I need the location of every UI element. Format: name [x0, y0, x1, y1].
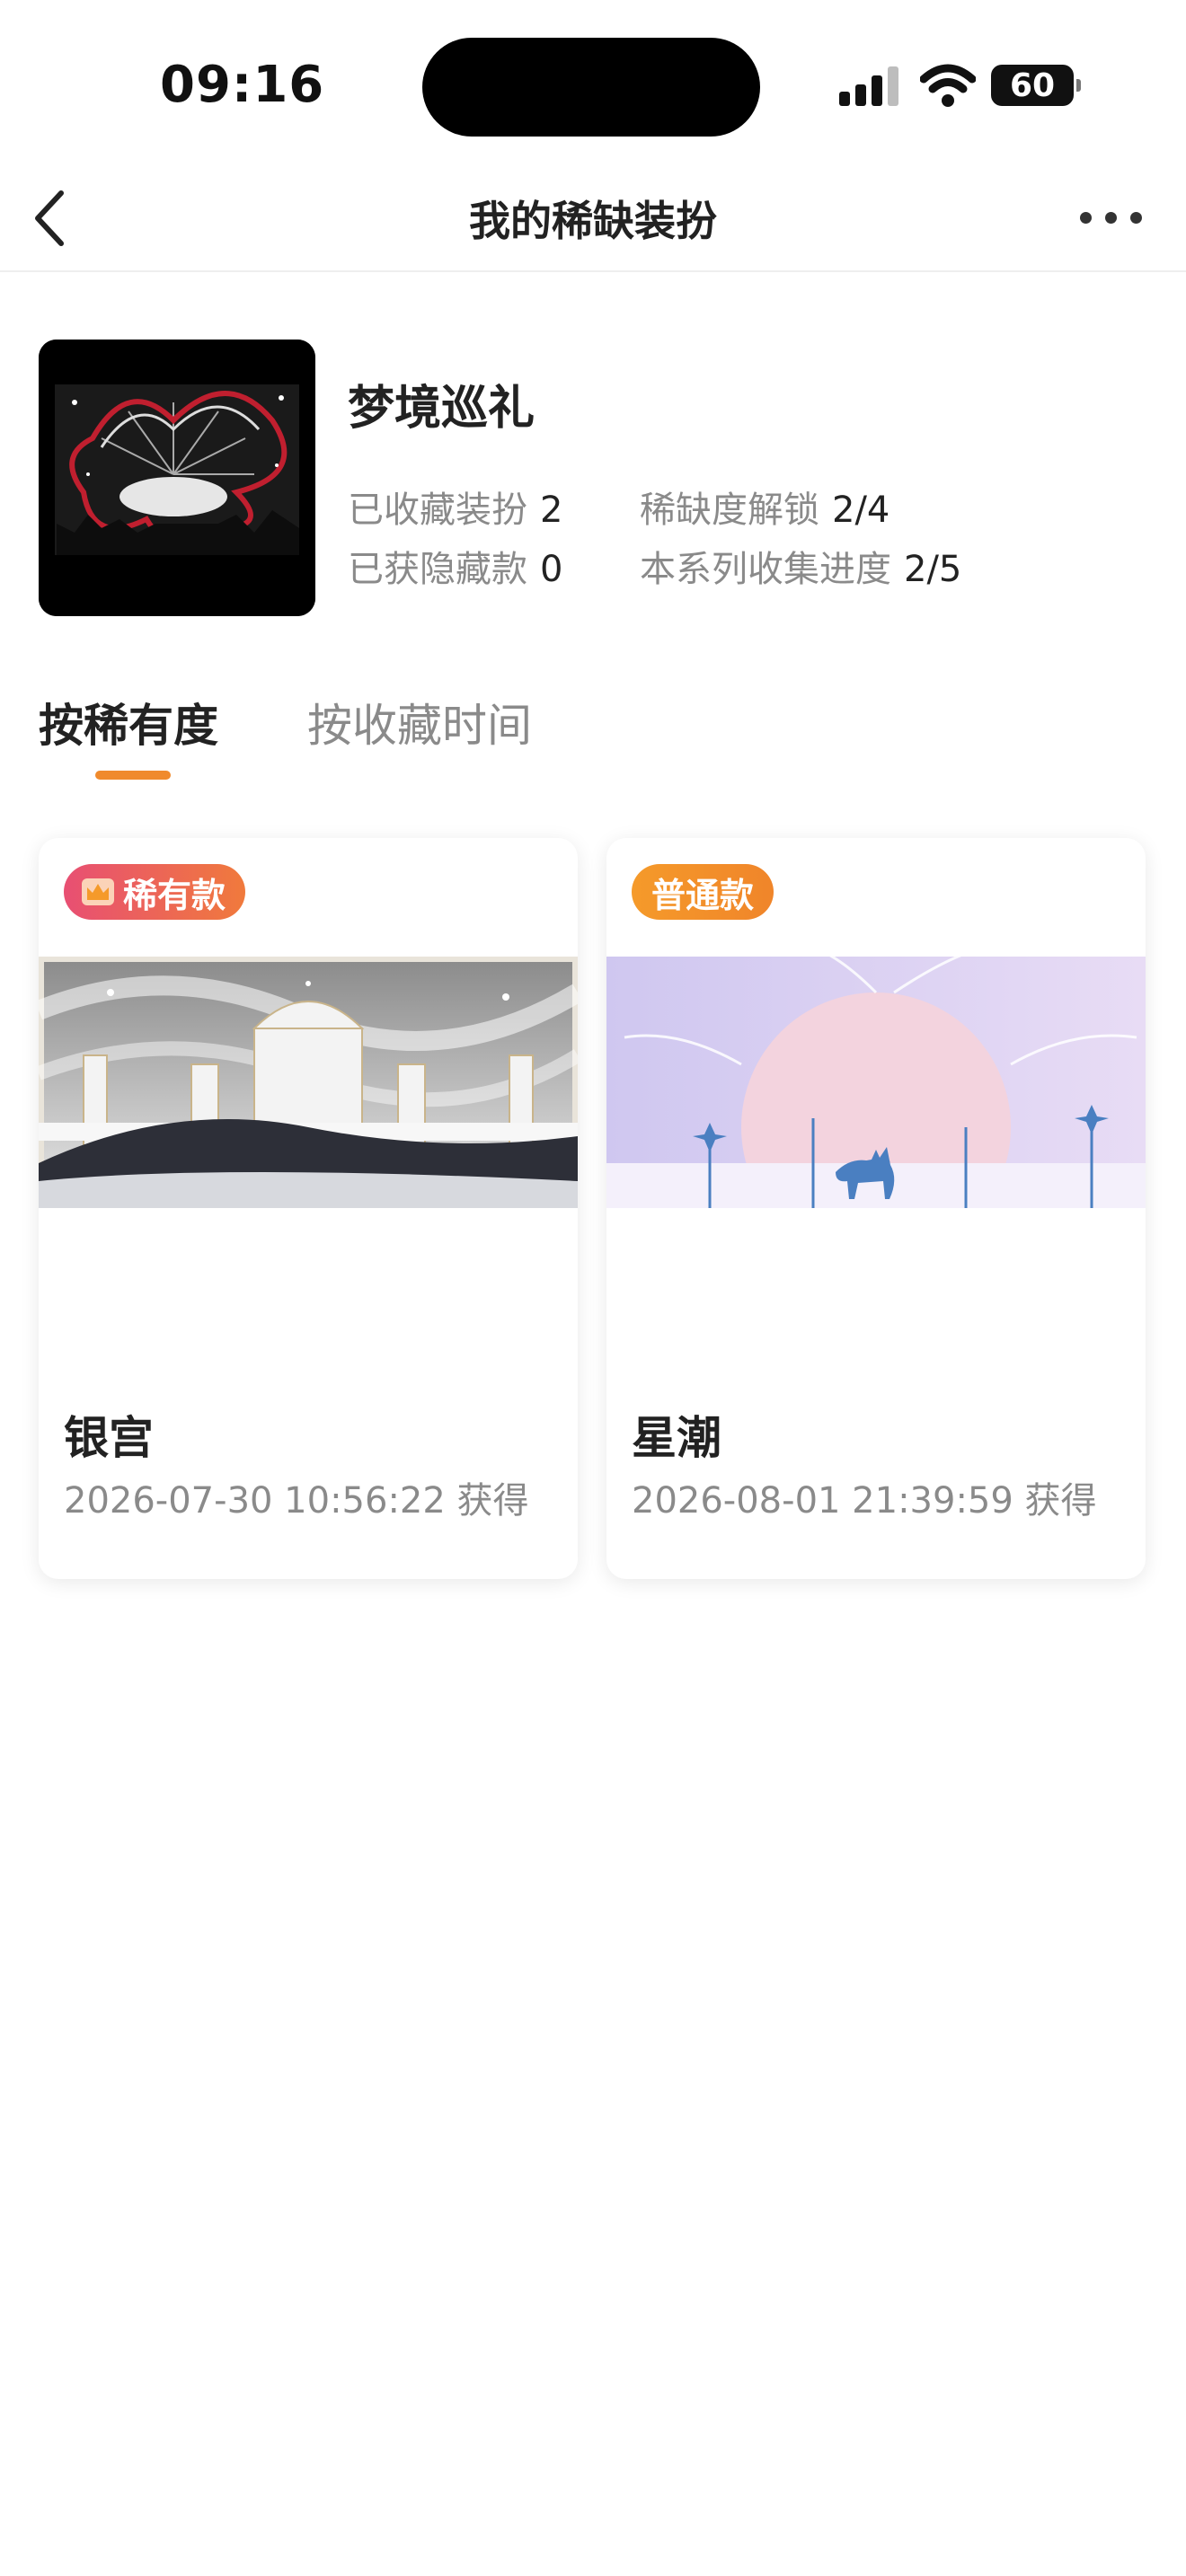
costume-card[interactable]: 普通款 星潮 2026-08-01 21:39:59 获得: [606, 838, 1146, 1579]
tab-by-rarity[interactable]: 按稀有度: [39, 690, 218, 754]
costume-image: [606, 957, 1146, 1208]
costume-image: [39, 957, 578, 1208]
series-name: 梦境巡礼: [348, 382, 535, 436]
active-tab-indicator: [95, 771, 171, 780]
stat-label: 已收藏装扮: [348, 490, 527, 531]
stat-rarity-unlocked: 稀缺度解锁 2/4: [640, 481, 890, 533]
acquired-time: 2026-07-30 10:56:22 获得: [64, 1480, 529, 1522]
normal-badge: 普通款: [632, 864, 774, 920]
dynamic-island: [422, 38, 760, 137]
stat-label: 稀缺度解锁: [640, 490, 819, 531]
stat-value: 2: [540, 490, 563, 531]
costume-name: 银宫: [64, 1412, 154, 1464]
stat-value: 2/5: [904, 549, 962, 590]
battery-icon: 60: [991, 65, 1081, 106]
badge-label: 普通款: [651, 875, 755, 915]
costume-card[interactable]: 稀有款 银宫 2026-07-30 10:56:22 获得: [39, 838, 578, 1579]
stat-collected: 已收藏装扮 2: [348, 481, 562, 533]
battery-level: 60: [1009, 67, 1056, 104]
badge-label: 稀有款: [123, 875, 226, 915]
crown-icon: [82, 878, 114, 905]
signal-icon: [839, 65, 902, 106]
rare-badge: 稀有款: [64, 864, 246, 920]
status-bar: 09:16 60: [0, 0, 1186, 166]
status-time: 09:16: [160, 56, 325, 114]
navigation-bar: 我的稀缺装扮: [0, 166, 1186, 272]
costume-name: 星潮: [632, 1412, 721, 1464]
series-cover-image: [39, 340, 315, 616]
stat-hidden: 已获隐藏款 0: [348, 540, 562, 592]
more-dots-icon[interactable]: [1080, 204, 1152, 231]
stat-value: 2/4: [832, 490, 890, 531]
page-title: 我的稀缺装扮: [469, 197, 717, 245]
stat-label: 已获隐藏款: [348, 549, 527, 590]
stat-progress: 本系列收集进度 2/5: [640, 540, 961, 592]
acquired-time: 2026-08-01 21:39:59 获得: [632, 1480, 1097, 1522]
stat-label: 本系列收集进度: [640, 549, 891, 590]
wifi-icon: [920, 64, 976, 107]
tab-by-time[interactable]: 按收藏时间: [307, 690, 532, 754]
stat-value: 0: [540, 549, 563, 590]
